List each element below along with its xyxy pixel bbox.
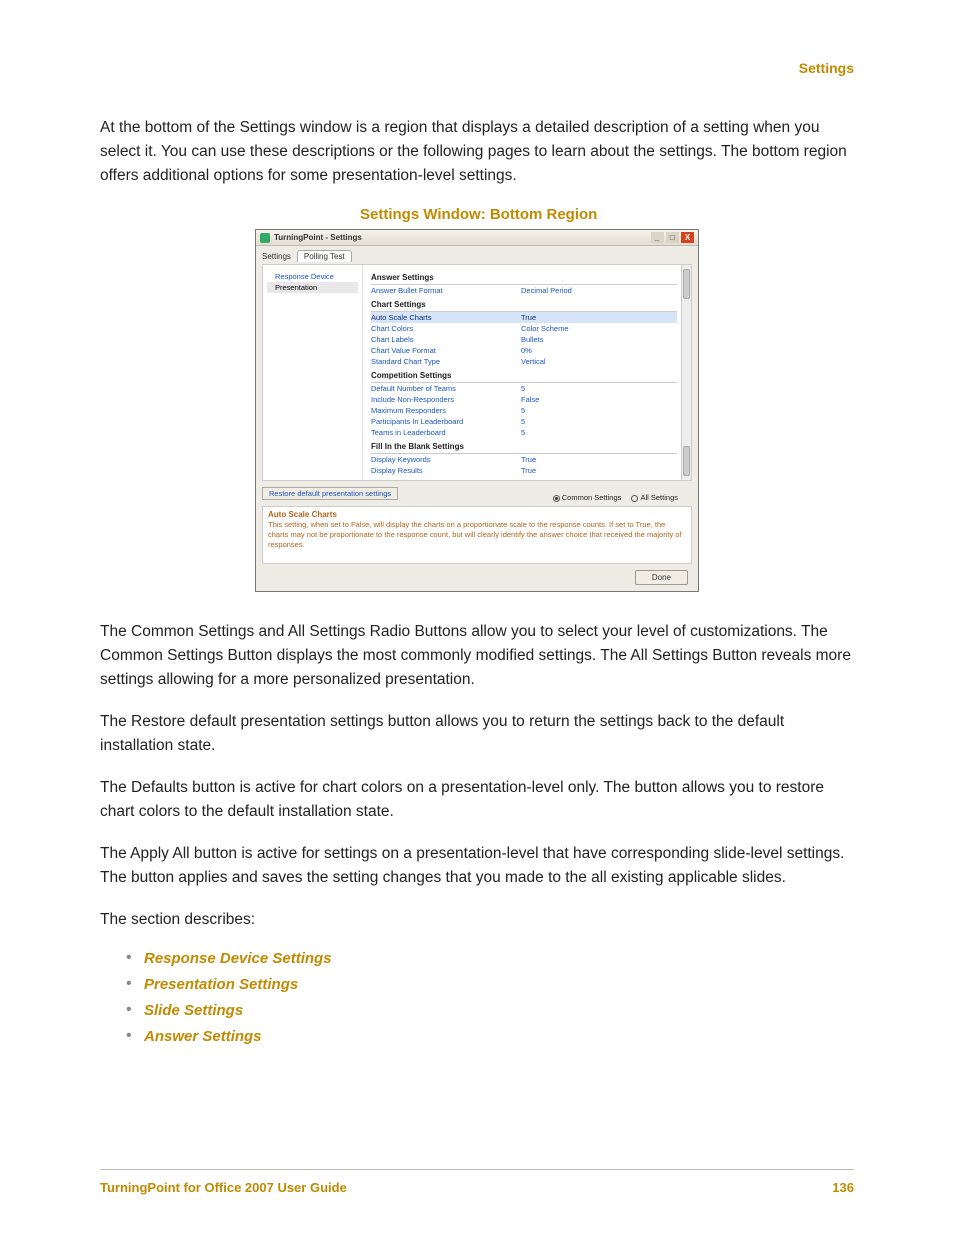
row-chart-labels[interactable]: Chart LabelsBullets	[371, 334, 677, 345]
group-chart-settings: Chart Settings	[371, 298, 677, 312]
description-text: This setting, when set to False, will di…	[268, 520, 686, 549]
settings-panel: Response Device Presentation Answer Sett…	[262, 264, 692, 481]
page-footer: TurningPoint for Office 2007 User Guide …	[100, 1169, 854, 1195]
footer-page-number: 136	[832, 1180, 854, 1195]
scrollbar[interactable]	[681, 265, 691, 480]
scroll-thumb-top[interactable]	[683, 269, 690, 299]
done-button[interactable]: Done	[635, 570, 688, 585]
tab-row: Settings Polling Test	[256, 246, 698, 262]
group-competition-settings: Competition Settings	[371, 369, 677, 383]
settings-window-screenshot: TurningPoint - Settings _ □ X Settings P…	[255, 229, 699, 592]
titlebar: TurningPoint - Settings _ □ X	[256, 230, 698, 246]
setting-description-panel: Auto Scale Charts This setting, when set…	[262, 506, 692, 564]
paragraph-apply-all: The Apply All button is active for setti…	[100, 842, 854, 890]
tab-active[interactable]: Polling Test	[297, 250, 352, 262]
row-teams-leaderboard[interactable]: Teams in Leaderboard5	[371, 427, 677, 438]
maximize-button[interactable]: □	[666, 232, 679, 243]
close-button[interactable]: X	[681, 232, 694, 243]
row-include-non-responders[interactable]: Include Non-RespondersFalse	[371, 394, 677, 405]
link-presentation-settings[interactable]: Presentation Settings	[126, 976, 854, 994]
done-row: Done	[262, 570, 688, 585]
footer-title: TurningPoint for Office 2007 User Guide	[100, 1180, 347, 1195]
tab-prefix: Settings	[262, 252, 291, 261]
app-icon	[260, 233, 270, 243]
radio-dot-icon	[631, 495, 638, 502]
nav-tree: Response Device Presentation	[263, 265, 363, 480]
nav-item-response-device[interactable]: Response Device	[267, 271, 358, 282]
paragraph-restore: The Restore default presentation setting…	[100, 710, 854, 758]
page-section-header: Settings	[100, 60, 854, 76]
nav-item-presentation[interactable]: Presentation	[267, 282, 358, 293]
row-auto-scale-charts[interactable]: Auto Scale ChartsTrue	[371, 312, 677, 323]
radio-all-settings[interactable]: All Settings	[631, 493, 678, 502]
row-participants-leaderboard[interactable]: Participants In Leaderboard5	[371, 416, 677, 427]
group-answer-settings: Answer Settings	[371, 271, 677, 285]
restore-row: Restore default presentation settings Co…	[262, 487, 692, 504]
row-chart-value-format[interactable]: Chart Value Format0%	[371, 345, 677, 356]
row-display-results[interactable]: Display ResultsTrue	[371, 465, 677, 476]
window-title: TurningPoint - Settings	[274, 233, 651, 242]
scroll-thumb-bottom[interactable]	[683, 446, 690, 476]
description-heading: Auto Scale Charts	[268, 510, 686, 520]
window-controls: _ □ X	[651, 232, 694, 243]
row-standard-chart-type[interactable]: Standard Chart TypeVertical	[371, 356, 677, 367]
group-fitb-settings: Fill In the Blank Settings	[371, 440, 677, 454]
paragraph-radio-buttons: The Common Settings and All Settings Rad…	[100, 620, 854, 692]
links-list: Response Device Settings Presentation Se…	[126, 950, 854, 1046]
intro-paragraph: At the bottom of the Settings window is …	[100, 116, 854, 188]
paragraph-defaults: The Defaults button is active for chart …	[100, 776, 854, 824]
figure-title: Settings Window: Bottom Region	[360, 206, 854, 223]
link-answer-settings[interactable]: Answer Settings	[126, 1028, 854, 1046]
restore-defaults-button[interactable]: Restore default presentation settings	[262, 487, 398, 500]
row-chart-colors[interactable]: Chart ColorsColor Scheme	[371, 323, 677, 334]
row-answer-bullet-format[interactable]: Answer Bullet FormatDecimal Period	[371, 285, 677, 296]
row-maximum-responders[interactable]: Maximum Responders5	[371, 405, 677, 416]
link-response-device-settings[interactable]: Response Device Settings	[126, 950, 854, 968]
radio-dot-checked-icon	[553, 495, 560, 502]
row-default-number-teams[interactable]: Default Number of Teams5	[371, 383, 677, 394]
link-slide-settings[interactable]: Slide Settings	[126, 1002, 854, 1020]
paragraph-section-describes: The section describes:	[100, 908, 854, 932]
row-display-keywords[interactable]: Display KeywordsTrue	[371, 454, 677, 465]
minimize-button[interactable]: _	[651, 232, 664, 243]
settings-content: Answer Settings Answer Bullet FormatDeci…	[363, 265, 691, 480]
radio-common-settings[interactable]: Common Settings	[553, 493, 622, 502]
settings-scope-radios: Common Settings All Settings	[545, 493, 678, 502]
